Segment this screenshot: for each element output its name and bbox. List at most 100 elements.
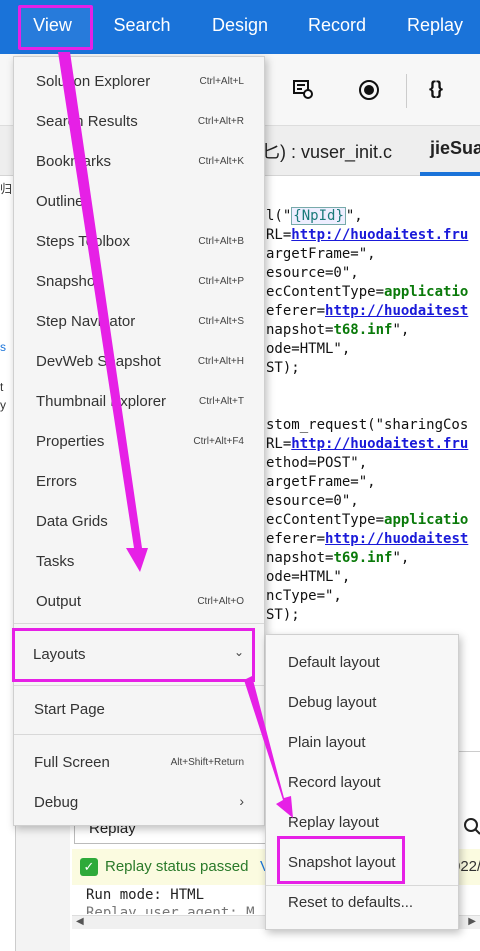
code-token: ", bbox=[345, 208, 363, 224]
left-pane-fragment: t bbox=[0, 380, 4, 394]
code-token: stom_request("sharingCos bbox=[266, 417, 469, 433]
menu-replay[interactable]: Replay bbox=[394, 0, 476, 54]
snapshot-toolbar-icon[interactable] bbox=[292, 78, 314, 105]
code-token: argetFrame=", bbox=[266, 246, 376, 262]
menu-divider bbox=[14, 685, 264, 686]
menu-item-label: Step Navigator bbox=[36, 313, 136, 330]
menu-item-label: Thumbnail Explorer bbox=[36, 393, 167, 410]
menu-item-label: Debug bbox=[34, 794, 79, 811]
code-line: eferer=http://huodaitest bbox=[266, 531, 468, 547]
code-token: argetFrame=", bbox=[266, 474, 376, 490]
code-token: napshot= bbox=[266, 322, 334, 338]
menu-item-label: Tasks bbox=[36, 553, 75, 570]
code-token: applicatio bbox=[384, 284, 469, 300]
tab-vuser-init[interactable]: 匕) : vuser_init.c bbox=[262, 138, 392, 164]
code-line: esource=0", bbox=[266, 265, 359, 281]
record-icon[interactable] bbox=[358, 79, 380, 106]
submenu-item-label: Reset to defaults... bbox=[288, 894, 414, 911]
code-token: t69.inf bbox=[333, 550, 393, 566]
scroll-left-icon[interactable]: ◀ bbox=[76, 916, 84, 927]
menu-item-search-results[interactable]: Search Results Ctrl+Alt+R bbox=[14, 101, 264, 141]
submenu-item-label: Plain layout bbox=[288, 734, 366, 751]
replay-agent-line: Replay user agent: M bbox=[86, 905, 255, 914]
submenu-item-default-layout[interactable]: Default layout bbox=[266, 643, 458, 683]
code-line: eferer=http://huodaitest bbox=[266, 303, 468, 319]
code-token: ", bbox=[392, 322, 410, 338]
menu-item-label: Layouts bbox=[33, 646, 86, 663]
code-token: ode=HTML", bbox=[266, 569, 351, 585]
menu-item-shortcut: Ctrl+Alt+T bbox=[198, 396, 244, 407]
menu-item-shortcut: Ctrl+Alt+B bbox=[198, 236, 244, 247]
tab-jiesuan[interactable]: jieSua bbox=[430, 138, 480, 159]
menu-item-shortcut: Alt+Shift+Return bbox=[170, 757, 244, 768]
submenu-item-record-layout[interactable]: Record layout bbox=[266, 763, 458, 803]
code-token: ecContentType= bbox=[266, 512, 385, 528]
menu-item-label: Full Screen bbox=[34, 754, 110, 771]
menu-item-debug[interactable]: Debug › bbox=[14, 782, 264, 822]
menu-item-label: Steps Toolbox bbox=[36, 233, 130, 250]
menu-item-label: Search Results bbox=[36, 113, 138, 130]
menu-item-label: DevWeb Snapshot bbox=[36, 353, 161, 370]
menu-item-snapshot[interactable]: Snapshot Ctrl+Alt+P bbox=[14, 261, 264, 301]
toolbar-separator bbox=[406, 74, 407, 108]
menu-item-label: Errors bbox=[36, 473, 77, 490]
menu-item-start-page[interactable]: Start Page bbox=[14, 689, 264, 729]
menu-item-solution-explorer[interactable]: Solution Explorer Ctrl+Alt+L bbox=[14, 61, 264, 101]
menu-item-devweb-snapshot[interactable]: DevWeb Snapshot Ctrl+Alt+H bbox=[14, 341, 264, 381]
code-token: ncType=", bbox=[266, 588, 342, 604]
menu-item-data-grids[interactable]: Data Grids bbox=[14, 501, 264, 541]
menu-item-label: Data Grids bbox=[36, 513, 108, 530]
code-line: ST); bbox=[266, 607, 300, 623]
menu-item-shortcut: Ctrl+Alt+L bbox=[199, 76, 244, 87]
menu-item-thumbnail-explorer[interactable]: Thumbnail Explorer Ctrl+Alt+T bbox=[14, 381, 264, 421]
menu-item-step-navigator[interactable]: Step Navigator Ctrl+Alt+S bbox=[14, 301, 264, 341]
code-line: napshot=t68.inf", bbox=[266, 322, 409, 338]
run-mode-line: Run mode: HTML bbox=[86, 887, 205, 903]
menu-item-errors[interactable]: Errors bbox=[14, 461, 264, 501]
code-token: t68.inf bbox=[333, 322, 393, 338]
code-line: stom_request("sharingCos bbox=[266, 417, 468, 433]
submenu-item-reset-defaults[interactable]: Reset to defaults... bbox=[266, 883, 458, 923]
menu-record[interactable]: Record bbox=[296, 0, 378, 54]
scroll-right-icon[interactable]: ▶ bbox=[468, 916, 476, 927]
code-token: applicatio bbox=[384, 512, 469, 528]
menu-item-shortcut: Ctrl+Alt+O bbox=[197, 596, 244, 607]
submenu-item-plain-layout[interactable]: Plain layout bbox=[266, 723, 458, 763]
code-line: RL=http://huodaitest.fru bbox=[266, 227, 468, 243]
code-line: l(" {NpId} ", bbox=[266, 207, 363, 225]
code-line: RL=http://huodaitest.fru bbox=[266, 436, 468, 452]
submenu-item-debug-layout[interactable]: Debug layout bbox=[266, 683, 458, 723]
menu-item-outline[interactable]: Outline bbox=[14, 181, 264, 221]
code-token: ST); bbox=[266, 360, 300, 376]
submenu-item-label: Debug layout bbox=[288, 694, 377, 711]
code-line: ST); bbox=[266, 360, 300, 376]
menu-search[interactable]: Search bbox=[102, 0, 182, 54]
code-token: esource=0", bbox=[266, 493, 359, 509]
code-line: ecContentType=applicatio bbox=[266, 512, 468, 528]
menu-divider bbox=[14, 734, 264, 735]
menu-item-properties[interactable]: Properties Ctrl+Alt+F4 bbox=[14, 421, 264, 461]
menu-item-shortcut: Ctrl+Alt+K bbox=[198, 156, 244, 167]
braces-icon[interactable]: {} bbox=[429, 78, 443, 99]
replay-status-text: Replay status passed bbox=[105, 858, 249, 875]
menu-item-full-screen[interactable]: Full Screen Alt+Shift+Return bbox=[14, 742, 264, 782]
menu-item-output[interactable]: Output Ctrl+Alt+O bbox=[14, 581, 264, 621]
menu-item-label: Start Page bbox=[34, 701, 105, 718]
code-token: http://huodaitest.fru bbox=[291, 227, 469, 243]
code-token: ethod=POST", bbox=[266, 455, 368, 471]
menu-item-layouts[interactable]: Layouts ⌄ bbox=[12, 628, 255, 682]
submenu-item-label: Default layout bbox=[288, 654, 380, 671]
menu-item-shortcut: Ctrl+Alt+R bbox=[197, 116, 244, 127]
chevron-down-icon: ⌄ bbox=[233, 645, 244, 659]
code-token: eferer= bbox=[266, 303, 326, 319]
layouts-submenu: Default layout Debug layout Plain layout… bbox=[265, 634, 459, 930]
menu-item-shortcut: Ctrl+Alt+P bbox=[198, 276, 244, 287]
menu-item-steps-toolbox[interactable]: Steps Toolbox Ctrl+Alt+B bbox=[14, 221, 264, 261]
submenu-item-label: Record layout bbox=[288, 774, 381, 791]
code-token: esource=0", bbox=[266, 265, 359, 281]
menu-item-label: Solution Explorer bbox=[36, 73, 151, 90]
menu-item-bookmarks[interactable]: Bookmarks Ctrl+Alt+K bbox=[14, 141, 264, 181]
menu-design[interactable]: Design bbox=[200, 0, 280, 54]
menu-item-tasks[interactable]: Tasks bbox=[14, 541, 264, 581]
search-icon[interactable] bbox=[463, 817, 480, 840]
